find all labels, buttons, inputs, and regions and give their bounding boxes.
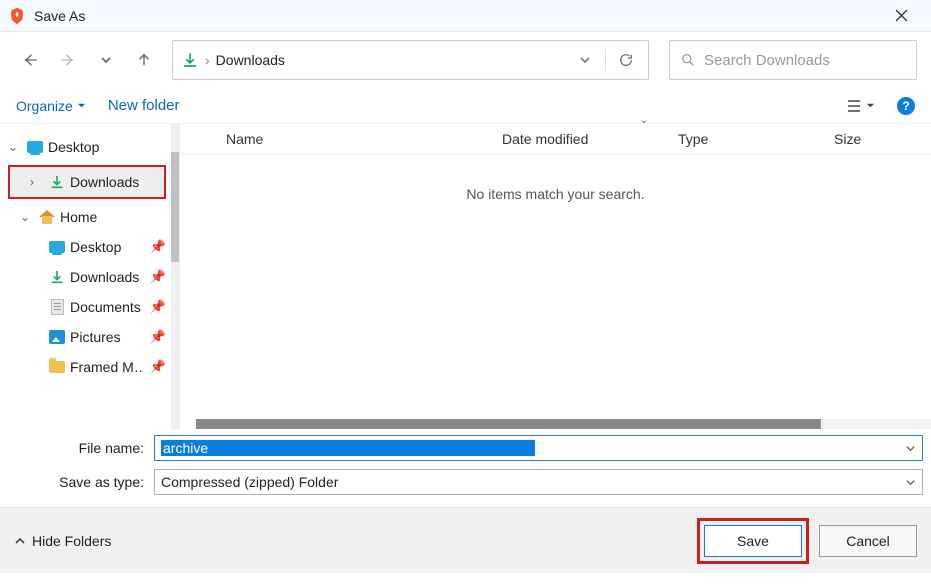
help-button[interactable]: ? — [897, 97, 915, 115]
filename-history-dropdown[interactable] — [905, 443, 916, 454]
filename-value: archive — [161, 440, 535, 456]
nav-forward-button[interactable] — [52, 44, 84, 76]
chevron-down-icon[interactable]: ⌄ — [8, 140, 22, 154]
tree-downloads-highlighted[interactable]: › Downloads — [10, 167, 164, 197]
close-button[interactable] — [879, 0, 923, 31]
chevron-down-icon[interactable]: ⌄ — [20, 210, 34, 224]
search-icon — [680, 52, 696, 68]
hide-folders-toggle[interactable]: Hide Folders — [14, 533, 111, 549]
column-date[interactable]: Date modified ⌄ — [490, 124, 666, 153]
sort-indicator-icon: ⌄ — [640, 115, 648, 126]
chevron-up-icon — [14, 535, 26, 547]
search-box[interactable] — [669, 40, 917, 80]
save-as-type-label: Save as type: — [8, 474, 148, 490]
home-icon — [38, 208, 56, 226]
column-header-row: Name Date modified ⌄ Type Size — [180, 124, 931, 154]
folder-tree: ⌄ Desktop › Downloads ⌄ Home — [0, 124, 180, 429]
nav-back-button[interactable] — [14, 44, 46, 76]
column-type[interactable]: Type — [666, 124, 822, 153]
chevron-down-icon — [77, 101, 86, 110]
filename-label: File name: — [8, 440, 148, 456]
desktop-icon — [48, 238, 66, 256]
chevron-down-icon[interactable] — [905, 477, 916, 488]
folder-icon — [48, 358, 66, 376]
nav-recent-dropdown[interactable] — [90, 44, 122, 76]
horizontal-scrollbar[interactable] — [196, 419, 931, 429]
sidebar-scrollbar[interactable] — [171, 124, 179, 429]
pin-icon: 📌 — [150, 299, 172, 315]
view-menu[interactable] — [846, 99, 875, 113]
column-name[interactable]: Name — [180, 124, 490, 153]
tree-home-documents[interactable]: Documents 📌 — [0, 292, 172, 322]
document-icon — [48, 298, 66, 316]
organize-menu[interactable]: Organize — [16, 98, 86, 114]
breadcrumb-current[interactable]: Downloads — [216, 52, 565, 68]
pin-icon: 📌 — [150, 359, 172, 375]
pin-icon: 📌 — [150, 239, 172, 255]
save-as-type-value: Compressed (zipped) Folder — [161, 474, 905, 490]
search-input[interactable] — [704, 52, 906, 69]
pictures-icon — [48, 328, 66, 346]
filename-input[interactable]: archive — [154, 435, 923, 461]
downloads-folder-icon — [181, 51, 199, 69]
address-bar[interactable]: › Downloads — [172, 40, 649, 80]
downloads-icon — [48, 268, 66, 286]
tree-home[interactable]: ⌄ Home — [0, 202, 172, 232]
refresh-button[interactable] — [612, 41, 640, 79]
nav-up-button[interactable] — [128, 44, 160, 76]
tree-desktop[interactable]: ⌄ Desktop — [0, 132, 172, 162]
new-folder-button[interactable]: New folder — [108, 97, 180, 114]
tree-home-pictures[interactable]: Pictures 📌 — [0, 322, 172, 352]
chevron-right-icon[interactable]: › — [30, 175, 44, 189]
tree-home-desktop[interactable]: Desktop 📌 — [0, 232, 172, 262]
desktop-icon — [26, 138, 44, 156]
tree-home-framed[interactable]: Framed M… 📌 — [0, 352, 172, 382]
cancel-button[interactable]: Cancel — [819, 525, 917, 557]
empty-folder-message: No items match your search. — [180, 154, 931, 429]
window-title: Save As — [34, 8, 879, 24]
save-as-type-select[interactable]: Compressed (zipped) Folder — [154, 469, 923, 495]
brave-app-icon — [8, 7, 26, 25]
address-dropdown[interactable] — [571, 41, 599, 79]
pin-icon: 📌 — [150, 329, 172, 345]
pin-icon: 📌 — [150, 269, 172, 285]
column-size[interactable]: Size — [822, 124, 931, 153]
tree-home-downloads[interactable]: Downloads 📌 — [0, 262, 172, 292]
downloads-icon — [48, 173, 66, 191]
breadcrumb-separator: › — [205, 52, 210, 68]
save-button[interactable]: Save — [704, 525, 802, 557]
